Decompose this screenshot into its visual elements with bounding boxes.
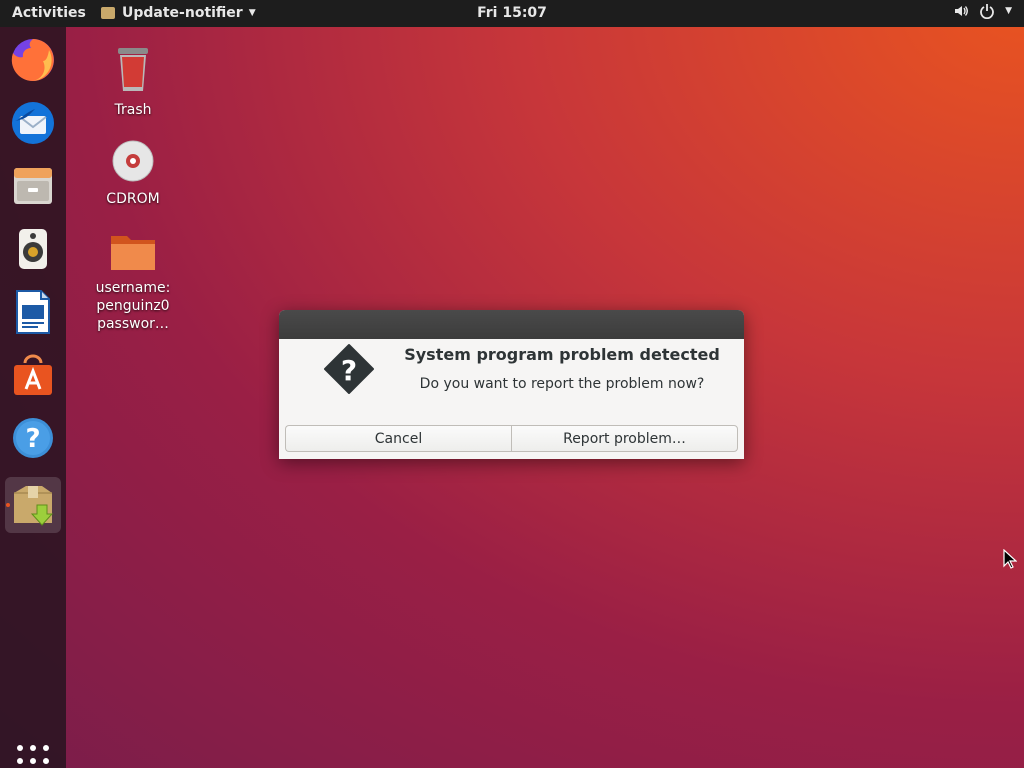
dock-item-update-notifier[interactable] <box>5 477 61 533</box>
dock-item-thunderbird[interactable] <box>5 95 61 151</box>
activities-button[interactable]: Activities <box>12 5 86 21</box>
trash-icon <box>118 48 148 91</box>
dock-item-help[interactable]: ? <box>5 410 61 466</box>
package-icon <box>101 7 115 19</box>
cdrom-icon <box>112 140 154 182</box>
power-icon <box>980 4 994 19</box>
dialog-buttons: Cancel Report problem… <box>285 425 738 452</box>
firefox-icon <box>11 39 54 81</box>
dock-item-writer[interactable] <box>5 284 61 340</box>
system-tray[interactable]: ▼ <box>953 3 1012 19</box>
chevron-down-icon: ▼ <box>248 8 256 18</box>
app-menu-label: Update-notifier <box>122 5 243 21</box>
dialog-message: Do you want to report the problem now? <box>419 376 705 392</box>
dock-item-rhythmbox[interactable] <box>5 221 61 277</box>
cancel-button[interactable]: Cancel <box>285 425 511 452</box>
desktop-icon-trash[interactable]: Trash <box>88 46 178 119</box>
desktop-icon-cdrom[interactable]: CDROM <box>88 139 178 208</box>
volume-icon <box>955 6 969 16</box>
problem-dialog: ? System program problem detected Do you… <box>279 310 744 459</box>
dialog-titlebar[interactable] <box>279 310 744 339</box>
dialog-heading: System program problem detected <box>404 345 720 364</box>
running-indicator <box>6 503 10 507</box>
cursor-icon <box>1003 549 1017 569</box>
dock-item-files[interactable] <box>5 158 61 214</box>
help-icon: ? <box>13 418 53 458</box>
app-menu[interactable]: Update-notifier ▼ <box>101 5 256 21</box>
update-notifier-icon <box>14 486 54 526</box>
chevron-down-icon: ▼ <box>1005 6 1012 16</box>
dock-item-firefox[interactable] <box>5 32 61 88</box>
svg-text:?: ? <box>25 424 40 454</box>
writer-icon <box>16 290 50 334</box>
dock-item-software[interactable] <box>5 347 61 403</box>
show-applications-icon[interactable] <box>17 745 49 768</box>
desktop-icon-label: CDROM <box>106 191 160 207</box>
desktop-icon-label: passwor… <box>97 316 169 332</box>
thunderbird-icon <box>12 102 54 144</box>
desktop-icon-label: Trash <box>114 102 152 118</box>
software-icon <box>14 354 52 395</box>
report-problem-button[interactable]: Report problem… <box>511 425 738 452</box>
desktop-icon-label: penguinz0 <box>96 298 170 314</box>
folder-icon <box>111 236 155 270</box>
rhythmbox-icon <box>19 229 47 269</box>
desktop-icon-label: username: <box>95 280 171 296</box>
dock: ? <box>0 27 66 768</box>
files-icon <box>14 168 52 204</box>
desktop-icon-folder[interactable]: username: penguinz0 passwor… <box>88 232 178 333</box>
top-bar: Activities Update-notifier ▼ Fri 15:07 ▼ <box>0 0 1024 27</box>
